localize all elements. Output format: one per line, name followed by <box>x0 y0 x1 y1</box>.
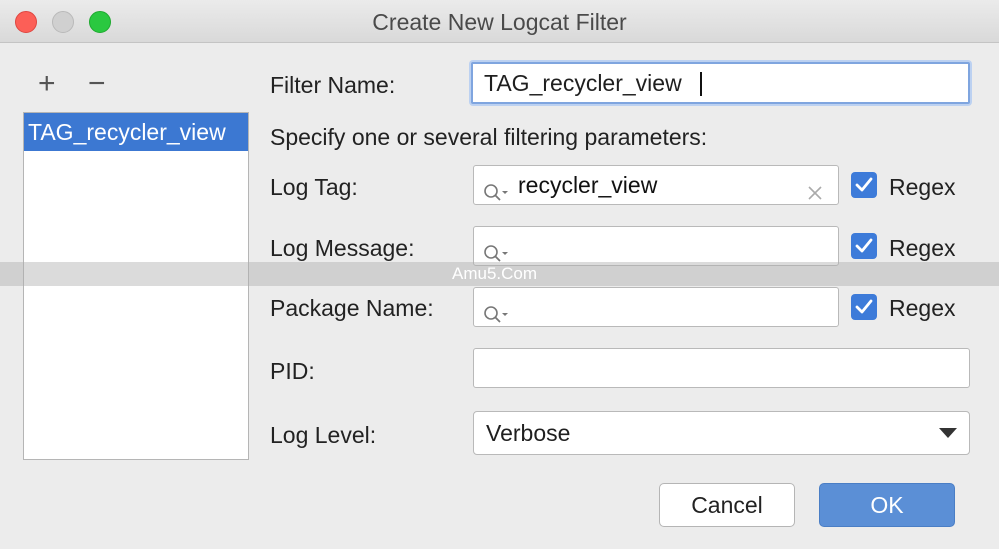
log-level-select[interactable]: Verbose <box>473 411 970 455</box>
search-icon[interactable] <box>482 237 518 262</box>
log-level-label: Log Level: <box>270 422 377 448</box>
title-bar: Create New Logcat Filter <box>0 0 999 43</box>
search-icon[interactable] <box>482 298 518 323</box>
log-message-regex-label[interactable]: Regex <box>889 235 955 262</box>
clear-icon[interactable] <box>806 175 824 200</box>
log-tag-regex-checkbox[interactable] <box>851 172 877 198</box>
log-tag-label: Log Tag: <box>270 174 358 200</box>
checkmark-icon <box>855 238 873 253</box>
package-name-label: Package Name: <box>270 295 434 321</box>
package-name-regex-label[interactable]: Regex <box>889 295 955 322</box>
remove-filter-button[interactable]: − <box>88 69 106 99</box>
package-name-input[interactable] <box>473 287 839 327</box>
watermark: Amu5.Com <box>452 264 538 283</box>
log-tag-regex-label[interactable]: Regex <box>889 174 955 201</box>
checkmark-icon <box>855 299 873 314</box>
pid-label: PID: <box>270 358 315 384</box>
log-level-value: Verbose <box>486 420 571 446</box>
filter-name-input[interactable]: TAG_recycler_view <box>471 62 970 104</box>
filter-instructions: Specify one or several filtering paramet… <box>270 124 708 150</box>
filter-name-label: Filter Name: <box>270 72 396 98</box>
filter-list[interactable]: TAG_recycler_view <box>23 112 249 460</box>
text-caret <box>700 72 702 96</box>
package-name-regex-checkbox[interactable] <box>851 294 877 320</box>
cancel-button[interactable]: Cancel <box>659 483 795 527</box>
pid-input[interactable] <box>473 348 970 388</box>
ok-button[interactable]: OK <box>819 483 955 527</box>
search-icon[interactable] <box>482 176 518 201</box>
log-message-input[interactable] <box>473 226 839 266</box>
checkmark-icon <box>855 177 873 192</box>
log-tag-value: recycler_view <box>518 172 658 198</box>
log-tag-input[interactable]: recycler_view <box>473 165 839 205</box>
chevron-down-icon <box>939 428 957 438</box>
window-title: Create New Logcat Filter <box>372 9 627 35</box>
filter-name-value: TAG_recycler_view <box>484 70 682 96</box>
filter-list-item[interactable]: TAG_recycler_view <box>24 113 248 151</box>
add-filter-button[interactable]: + <box>38 69 56 99</box>
log-message-label: Log Message: <box>270 235 415 261</box>
log-message-regex-checkbox[interactable] <box>851 233 877 259</box>
